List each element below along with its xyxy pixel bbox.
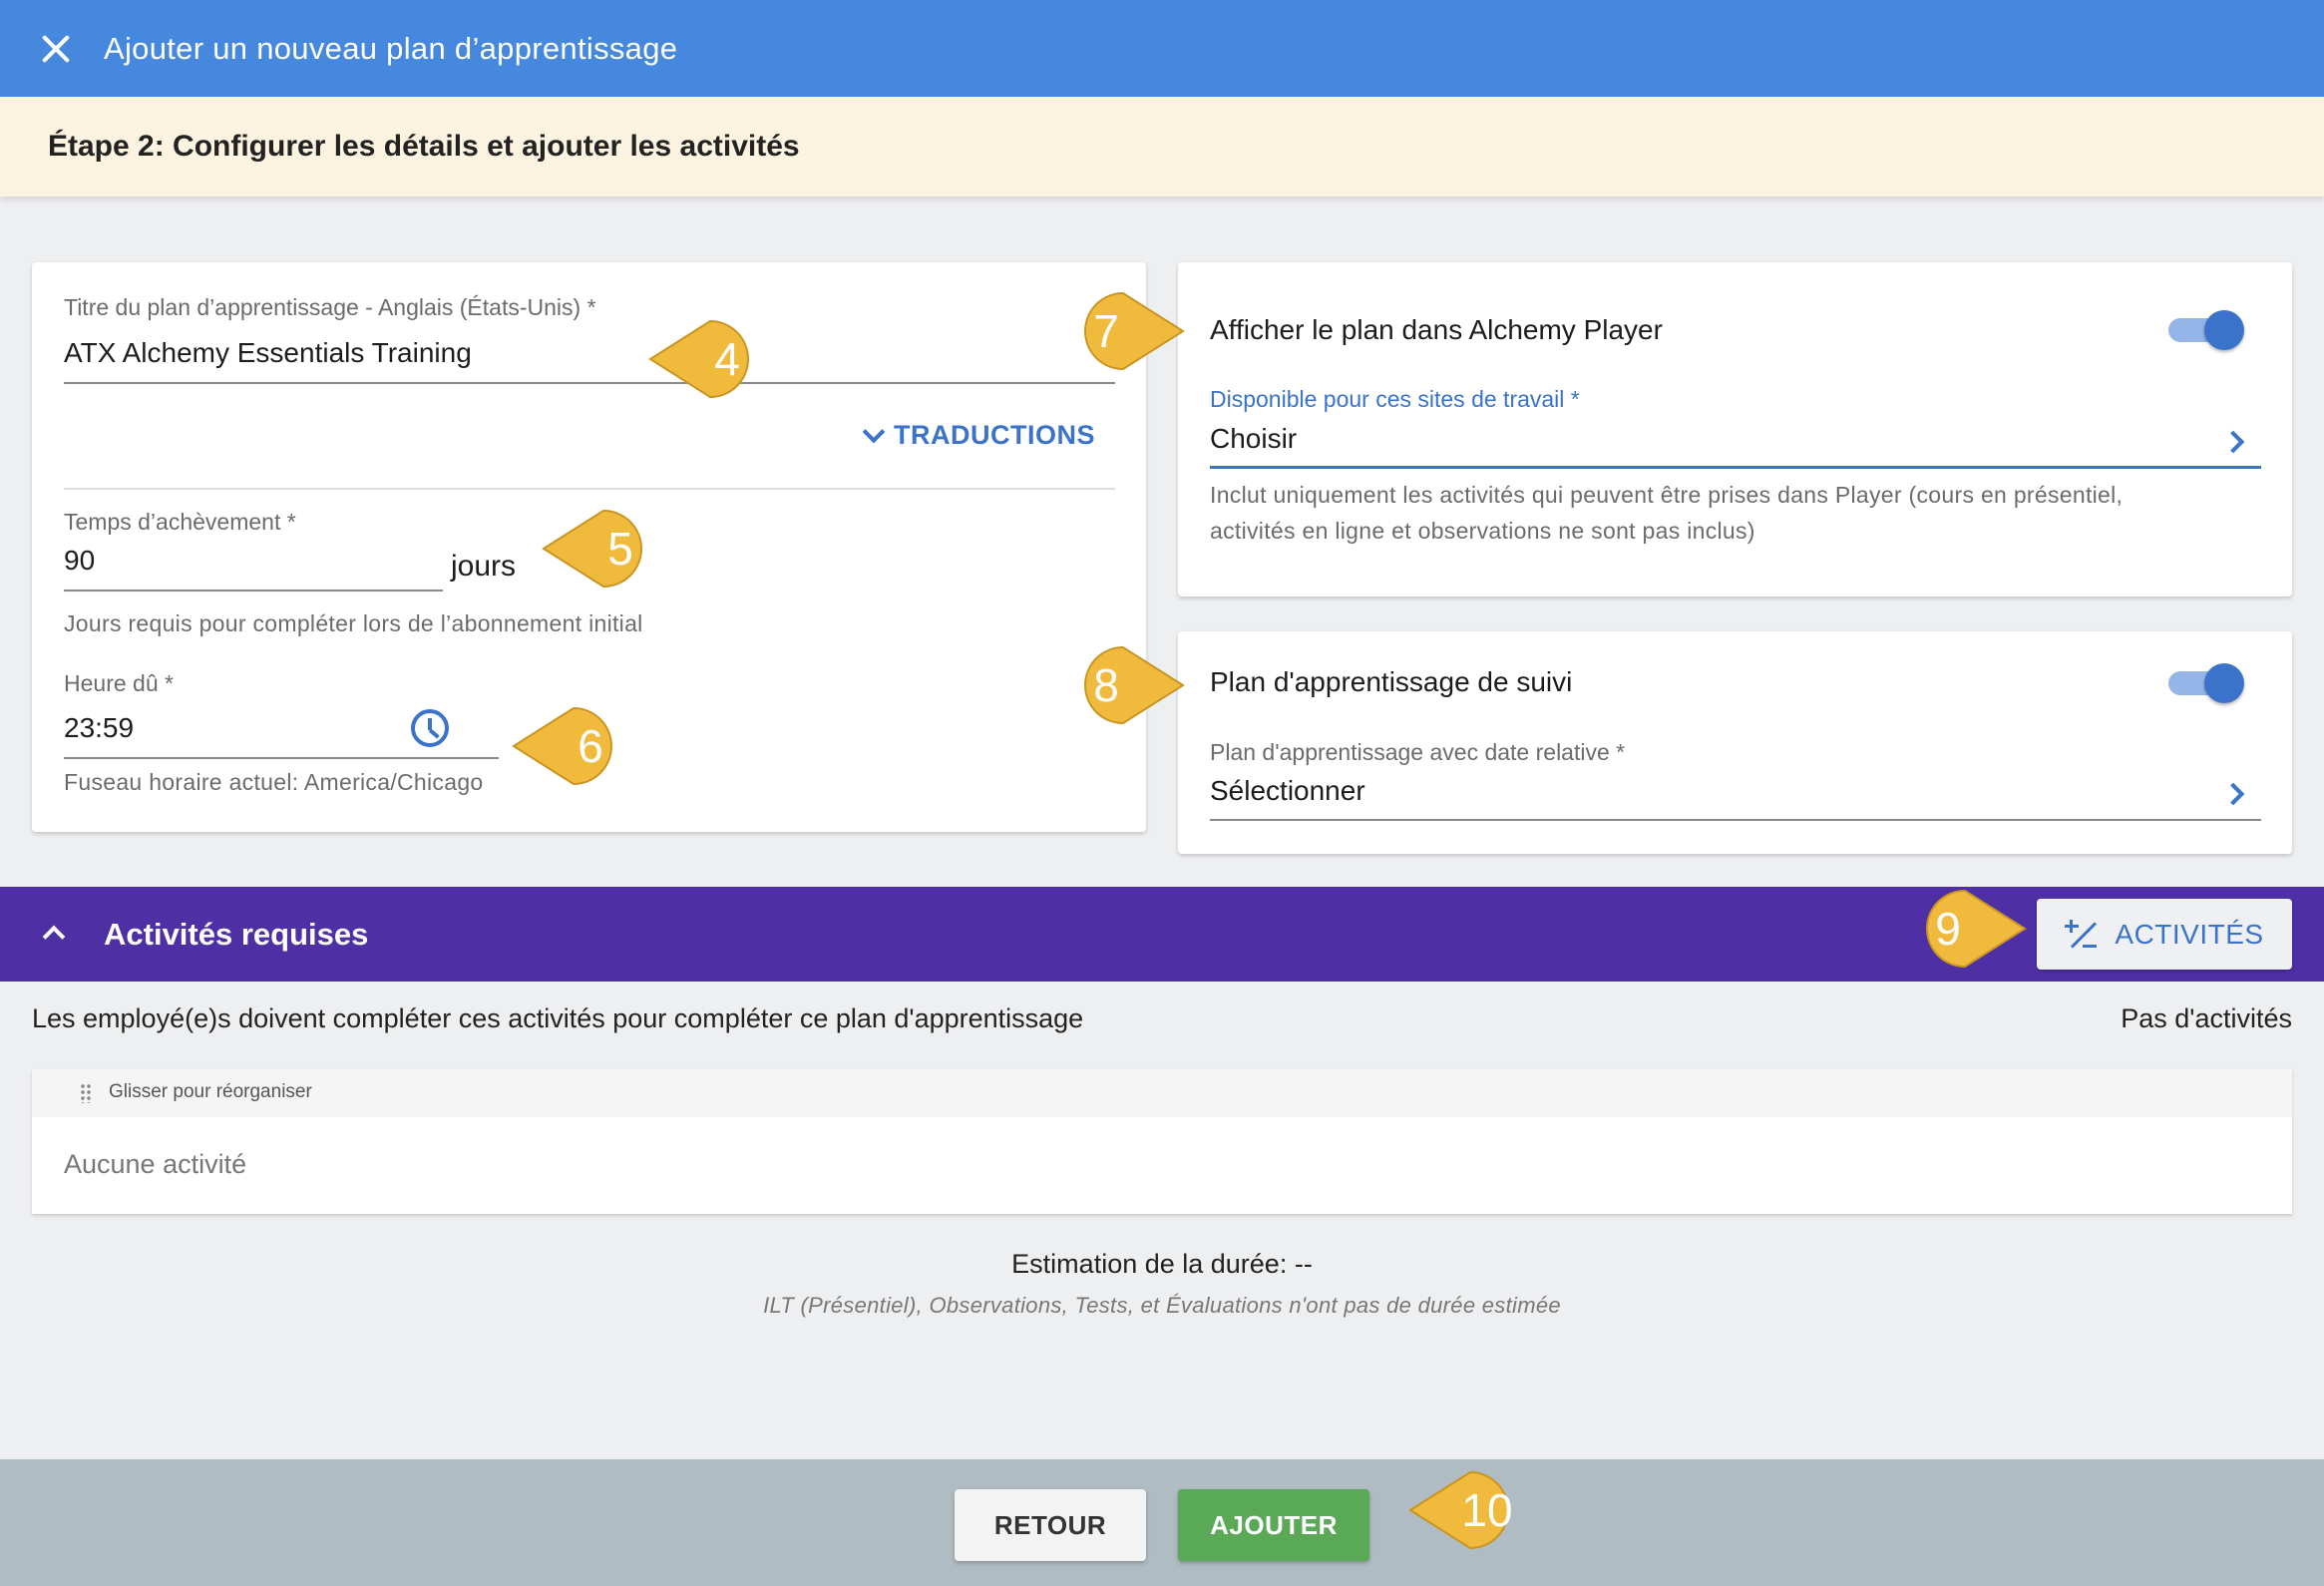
back-button[interactable]: RETOUR <box>955 1489 1146 1561</box>
callout-number: 9 <box>1935 903 1961 955</box>
player-hint-line2: activités en ligne et observations ne so… <box>1210 518 1755 544</box>
followup-title: Plan d'apprentissage de suivi <box>1210 666 1573 697</box>
chevron-up-icon[interactable] <box>42 925 66 949</box>
player-title: Afficher le plan dans Alchemy Player <box>1210 314 1663 345</box>
callout-6: 6 <box>512 706 631 786</box>
dialog-header: Ajouter un nouveau plan d’apprentissage <box>0 0 2324 97</box>
step-banner: Étape 2: Configurer les détails et ajout… <box>0 97 2324 197</box>
table-header: Glisser pour réorganiser <box>32 1069 2292 1117</box>
activities-count: Pas d'activités <box>2121 1003 2292 1033</box>
drag-hint: Glisser pour réorganiser <box>109 1081 312 1102</box>
due-time-label: Heure dû * <box>64 670 174 696</box>
completion-unit: jours <box>451 550 517 583</box>
add-activities-label: ACTIVITÉS <box>2115 918 2264 950</box>
callout-number: 4 <box>714 333 740 385</box>
player-hint-line1: Inclut uniquement les activités qui peuv… <box>1210 482 2124 508</box>
close-icon[interactable] <box>36 29 76 69</box>
step-title: Étape 2: Configurer les détails et ajout… <box>48 130 800 163</box>
followup-toggle[interactable] <box>2168 663 2244 703</box>
clock-icon[interactable] <box>411 709 449 747</box>
sites-select[interactable]: Choisir <box>1210 423 1297 455</box>
title-field-underline <box>64 382 1115 384</box>
add-activities-button[interactable]: ACTIVITÉS <box>2037 899 2292 970</box>
duration-estimate: Estimation de la durée: -- <box>1011 1249 1313 1279</box>
plus-minus-icon <box>2065 919 2098 951</box>
chevron-down-icon <box>862 420 886 443</box>
callout-number: 10 <box>1461 1484 1513 1536</box>
title-field-label: Titre du plan d’apprentissage - Anglais … <box>64 294 596 320</box>
duration-estimate-note: ILT (Présentiel), Observations, Tests, e… <box>763 1293 1561 1318</box>
add-button[interactable]: AJOUTER <box>1178 1489 1369 1561</box>
followup-card: Plan d'apprentissage de suivi Plan d'app… <box>1178 631 2292 854</box>
callout-10: 10 <box>1408 1470 1528 1550</box>
due-time-underline <box>64 757 499 759</box>
followup-plan-underline <box>1210 819 2261 821</box>
callout-9: 9 <box>1907 889 2027 969</box>
activities-description: Les employé(e)s doivent compléter ces ac… <box>32 1003 1084 1033</box>
drag-handle-icon <box>80 1083 92 1103</box>
sites-underline <box>1210 466 2261 469</box>
player-toggle[interactable] <box>2168 310 2244 350</box>
toggle-knob <box>2204 663 2244 703</box>
callout-5: 5 <box>542 509 661 589</box>
translations-label: TRADUCTIONS <box>894 420 1095 450</box>
completion-time-input[interactable]: 90 <box>64 545 95 577</box>
divider <box>64 488 1115 490</box>
completion-time-hint: Jours requis pour compléter lors de l’ab… <box>64 610 643 636</box>
callout-number: 7 <box>1093 305 1119 357</box>
dialog-footer: RETOUR AJOUTER <box>0 1459 2324 1586</box>
callout-8: 8 <box>1065 645 1185 725</box>
sites-label: Disponible pour ces sites de travail * <box>1210 386 1580 412</box>
completion-time-underline <box>64 590 443 592</box>
dialog-title: Ajouter un nouveau plan d’apprentissage <box>104 30 678 66</box>
chevron-right-icon[interactable] <box>2221 430 2245 454</box>
callout-number: 5 <box>607 523 633 575</box>
callout-number: 6 <box>578 720 603 772</box>
completion-time-label: Temps d’achèvement * <box>64 509 296 535</box>
followup-plan-label: Plan d'apprentissage avec date relative … <box>1210 739 1626 765</box>
activities-table: Glisser pour réorganiser Aucune activité <box>32 1069 2292 1214</box>
followup-plan-select[interactable]: Sélectionner <box>1210 775 1365 807</box>
callout-4: 4 <box>648 319 768 399</box>
due-time-input[interactable]: 23:59 <box>64 712 134 744</box>
callout-7: 7 <box>1065 291 1185 371</box>
activities-section-title: Activités requises <box>104 917 369 952</box>
timezone-hint: Fuseau horaire actuel: America/Chicago <box>64 769 484 795</box>
player-card: Afficher le plan dans Alchemy Player Dis… <box>1178 262 2292 596</box>
callout-number: 8 <box>1093 659 1119 711</box>
empty-activities: Aucune activité <box>64 1149 247 1179</box>
title-field[interactable]: ATX Alchemy Essentials Training <box>64 337 472 369</box>
translations-button[interactable]: TRADUCTIONS <box>862 420 1095 451</box>
toggle-knob <box>2204 310 2244 350</box>
chevron-right-icon[interactable] <box>2221 782 2245 806</box>
